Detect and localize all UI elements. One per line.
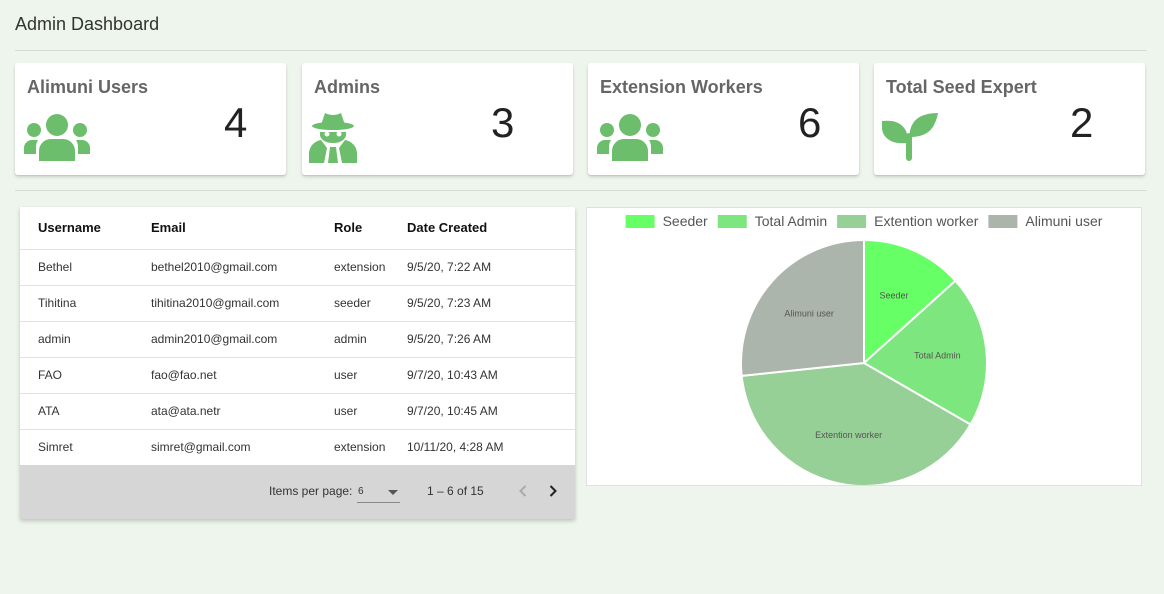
- legend-item-seeder[interactable]: Seeder: [625, 213, 708, 229]
- chart-card: Seeder Total Admin Extention worker Alimuni…: [586, 207, 1142, 487]
- users-icon: [24, 114, 90, 161]
- table-row[interactable]: Simret simret@gmail.com extension 10/11/…: [20, 429, 575, 466]
- table-row[interactable]: FAO fao@fao.net user 9/7/20, 10:43 AM: [20, 357, 575, 394]
- page-size-select[interactable]: 6: [357, 481, 400, 503]
- spy-icon: [309, 113, 357, 163]
- stat-value: 6: [798, 99, 822, 146]
- cell-username: ATA: [20, 393, 133, 430]
- pie-label-seeder: Seeder: [880, 291, 909, 301]
- cell-date: 9/5/20, 7:23 AM: [389, 285, 575, 322]
- cell-date: 9/7/20, 10:43 AM: [389, 357, 575, 394]
- stat-card-admins[interactable]: Admins 3: [302, 63, 573, 175]
- previous-page-button[interactable]: [511, 479, 535, 503]
- cell-date: 10/11/20, 4:28 AM: [389, 429, 575, 466]
- cell-date: 9/5/20, 7:22 AM: [389, 249, 575, 286]
- column-header-username[interactable]: Username: [20, 207, 133, 250]
- cell-role: user: [316, 357, 389, 394]
- column-header-email[interactable]: Email: [133, 207, 316, 250]
- cell-email: fao@fao.net: [133, 357, 316, 394]
- legend-swatch: [717, 215, 747, 228]
- page-range-label: 1 – 6 of 15: [427, 484, 484, 498]
- paginator: Items per page: 6 1 – 6 of 15: [20, 465, 575, 519]
- stat-card-total-seed-expert[interactable]: Total Seed Expert 2: [874, 63, 1145, 175]
- table-row[interactable]: Bethel bethel2010@gmail.com extension 9/…: [20, 249, 575, 286]
- pie-label-extention-worker: Extention worker: [815, 430, 882, 440]
- table-row[interactable]: admin admin2010@gmail.com admin 9/5/20, …: [20, 321, 575, 358]
- table-header-row: Username Email Role Date Created: [20, 207, 575, 250]
- page-title: Admin Dashboard: [15, 14, 160, 34]
- chevron-down-icon: [388, 490, 398, 495]
- cell-email: admin2010@gmail.com: [133, 321, 316, 358]
- users-icon: [597, 114, 663, 161]
- stat-value: 3: [491, 99, 515, 146]
- stat-title: Admins: [314, 77, 381, 97]
- column-header-date-created[interactable]: Date Created: [389, 207, 575, 250]
- cell-role: seeder: [316, 285, 389, 322]
- cell-date: 9/7/20, 10:45 AM: [389, 393, 575, 430]
- cell-email: tihitina2010@gmail.com: [133, 285, 316, 322]
- stat-value: 4: [224, 99, 248, 146]
- cell-date: 9/5/20, 7:26 AM: [389, 321, 575, 358]
- legend-label: Extention worker: [874, 213, 979, 229]
- cell-role: user: [316, 393, 389, 430]
- pie-label-total-admin: Total Admin: [914, 350, 961, 360]
- cell-username: Tihitina: [20, 285, 133, 322]
- legend-label: Total Admin: [755, 213, 827, 229]
- cell-role: extension: [316, 429, 389, 466]
- legend-swatch: [837, 215, 867, 228]
- column-header-role[interactable]: Role: [316, 207, 389, 250]
- legend-item-alimuni-user[interactable]: Alimuni user: [988, 213, 1103, 229]
- cell-email: bethel2010@gmail.com: [133, 249, 316, 286]
- stat-card-alimuni-users[interactable]: Alimuni Users 4: [15, 63, 286, 175]
- pie-label-alimuni-user: Alimuni user: [784, 309, 834, 319]
- role-pie-chart: Seeder Total Admin Extention worker Alimuni…: [625, 213, 1103, 487]
- stat-title: Alimuni Users: [27, 77, 149, 97]
- legend-item-total-admin[interactable]: Total Admin: [717, 213, 827, 229]
- header-divider: [15, 50, 1147, 51]
- legend-label: Alimuni user: [1025, 213, 1102, 229]
- cell-username: admin: [20, 321, 133, 358]
- stat-title: Extension Workers: [600, 77, 763, 97]
- section-divider: [15, 190, 1147, 191]
- users-table: Username Email Role Date Created Bethel …: [20, 207, 575, 466]
- legend-label: Seeder: [663, 213, 708, 229]
- table-row[interactable]: Tihitina tihitina2010@gmail.com seeder 9…: [20, 285, 575, 322]
- cell-username: Bethel: [20, 249, 133, 286]
- cell-email: simret@gmail.com: [133, 429, 316, 466]
- legend-swatch: [625, 215, 655, 228]
- cell-email: ata@ata.netr: [133, 393, 316, 430]
- legend-item-extention-worker[interactable]: Extention worker: [837, 213, 979, 229]
- cell-role: extension: [316, 249, 389, 286]
- table-row[interactable]: ATA ata@ata.netr user 9/7/20, 10:45 AM: [20, 393, 575, 430]
- items-per-page-label: Items per page:: [269, 484, 353, 498]
- cell-username: Simret: [20, 429, 133, 466]
- chevron-right-icon: [549, 485, 557, 497]
- next-page-button[interactable]: [541, 479, 565, 503]
- users-table-card: Username Email Role Date Created Bethel …: [20, 207, 575, 519]
- legend-swatch: [988, 215, 1018, 228]
- page-size-value: 6: [358, 486, 364, 497]
- seedling-icon: [882, 113, 938, 161]
- stat-card-extension-workers[interactable]: Extension Workers 6: [588, 63, 859, 175]
- cell-role: admin: [316, 321, 389, 358]
- stat-title: Total Seed Expert: [886, 77, 1037, 97]
- cell-username: FAO: [20, 357, 133, 394]
- chevron-left-icon: [519, 485, 527, 497]
- stat-value: 2: [1070, 99, 1094, 146]
